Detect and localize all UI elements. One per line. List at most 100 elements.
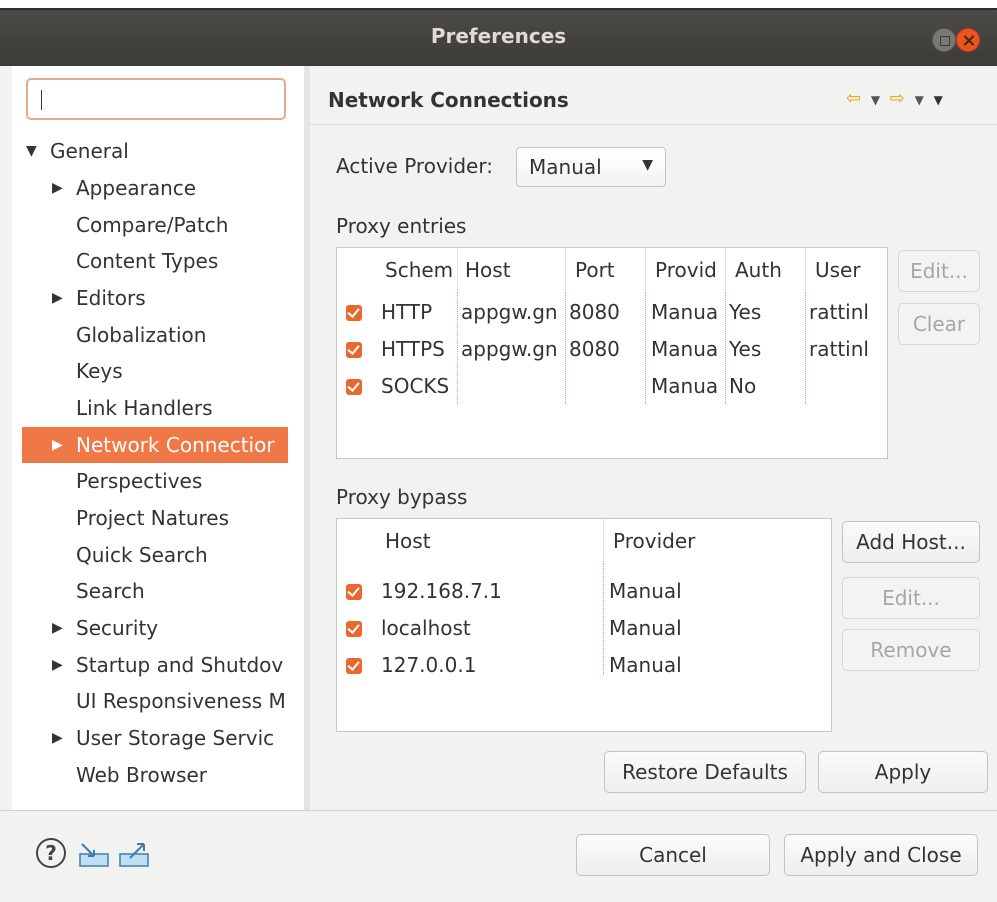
column-divider[interactable] (645, 248, 646, 292)
column-divider[interactable] (457, 248, 458, 292)
tree-item-globalization[interactable]: Globalization (76, 317, 206, 353)
tree-item-label: Keys (76, 359, 123, 383)
tree-item-general[interactable]: ▼ General (26, 133, 129, 169)
forward-arrow-icon[interactable]: ⇨ (890, 88, 907, 109)
tree-item-quick-search[interactable]: Quick Search (76, 537, 208, 573)
restore-defaults-button[interactable]: Restore Defaults (604, 751, 806, 793)
header-divider (310, 124, 997, 125)
tree-item-label: Content Types (76, 249, 219, 273)
add-host-button[interactable]: Add Host... (842, 521, 980, 563)
proxy-entry-checkbox[interactable] (346, 342, 362, 358)
proxy-entry-user: rattinl (809, 337, 869, 361)
column-divider[interactable] (725, 248, 726, 292)
proxy-entries-table[interactable]: Schem Host Port Provid Auth User HTTP ap… (336, 247, 888, 459)
tree-item-label: Link Handlers (76, 396, 213, 420)
tree-item-label: Startup and Shutdov (76, 653, 284, 677)
tree-item-label: General (50, 139, 129, 163)
view-menu-icon[interactable]: ▼ (934, 93, 945, 107)
tree-item-editors[interactable]: ▶ Editors (52, 280, 146, 316)
column-header-user[interactable]: User (815, 248, 885, 292)
proxy-edit-button[interactable]: Edit... (898, 250, 980, 292)
cell-divider (645, 292, 646, 404)
collapsed-arrow-icon[interactable]: ▶ (52, 720, 63, 756)
close-button[interactable] (956, 28, 980, 52)
export-icon[interactable] (118, 842, 150, 868)
proxy-clear-button[interactable]: Clear (898, 303, 980, 345)
column-header-host[interactable]: Host (385, 519, 595, 563)
tree-item-startup-shutdown[interactable]: ▶ Startup and Shutdov (52, 647, 283, 683)
tree-item-security[interactable]: ▶ Security (52, 610, 158, 646)
page-title: Network Connections (328, 88, 569, 112)
preferences-window: Preferences ▼ General ▶ Appearance Compa… (0, 8, 997, 902)
active-provider-label: Active Provider: (336, 154, 493, 178)
tree-item-user-storage[interactable]: ▶ User Storage Servic (52, 720, 274, 756)
proxy-entry-auth: No (729, 374, 757, 398)
title-bar[interactable]: Preferences (0, 8, 997, 66)
proxy-entry-auth: Yes (729, 300, 762, 324)
active-provider-select[interactable]: Manual ▼ (516, 147, 666, 187)
tree-item-search[interactable]: Search (76, 573, 145, 609)
expanded-arrow-icon[interactable]: ▼ (26, 133, 37, 169)
bypass-checkbox[interactable] (346, 658, 362, 674)
proxy-entry-host: appgw.gn (461, 337, 558, 361)
proxy-entry-provider: Manua (651, 374, 719, 398)
column-divider[interactable] (603, 519, 604, 563)
proxy-bypass-table[interactable]: Host Provider 192.168.7.1 Manual localho… (336, 518, 832, 732)
column-divider[interactable] (805, 248, 806, 292)
tree-item-content-types[interactable]: Content Types (76, 243, 218, 279)
import-icon[interactable] (78, 842, 110, 868)
column-header-auth[interactable]: Auth (735, 248, 805, 292)
proxy-entry-checkbox[interactable] (346, 379, 362, 395)
maximize-button[interactable] (932, 28, 956, 52)
collapsed-arrow-icon[interactable]: ▶ (52, 170, 63, 206)
column-header-provider[interactable]: Provider (613, 519, 823, 563)
bypass-checkbox[interactable] (346, 584, 362, 600)
tree-item-label: Quick Search (76, 543, 208, 567)
tree-item-compare-patch[interactable]: Compare/Patch (76, 207, 228, 243)
bypass-remove-button[interactable]: Remove (842, 629, 980, 671)
help-icon[interactable]: ? (36, 838, 66, 868)
collapsed-arrow-icon[interactable]: ▶ (52, 280, 63, 316)
tree-item-label: Network Connectior (76, 433, 275, 457)
bypass-edit-button[interactable]: Edit... (842, 577, 980, 619)
proxy-entry-provider: Manua (651, 300, 719, 324)
tree-item-perspectives[interactable]: Perspectives (76, 463, 202, 499)
collapsed-arrow-icon[interactable]: ▶ (52, 610, 63, 646)
preference-tree-pane: ▼ General ▶ Appearance Compare/Patch Con… (12, 66, 304, 810)
forward-dropdown-icon[interactable]: ▼ (915, 93, 926, 107)
tree-item-network-connections[interactable]: ▶ Network Connectior (22, 427, 288, 463)
apply-and-close-button[interactable]: Apply and Close (784, 834, 978, 876)
collapsed-arrow-icon[interactable]: ▶ (52, 427, 63, 463)
proxy-entry-auth: Yes (729, 337, 762, 361)
tree-item-label: Appearance (76, 176, 197, 200)
filter-input[interactable] (26, 78, 286, 120)
cancel-button[interactable]: Cancel (576, 834, 770, 876)
tree-item-appearance[interactable]: ▶ Appearance (52, 170, 196, 206)
back-arrow-icon[interactable]: ⇦ (846, 88, 863, 109)
proxy-entry-port (569, 368, 645, 404)
proxy-entry-host (461, 368, 565, 404)
tree-item-keys[interactable]: Keys (76, 353, 123, 389)
column-header-scheme[interactable]: Schem (385, 248, 457, 292)
column-header-port[interactable]: Port (575, 248, 645, 292)
column-header-host[interactable]: Host (465, 248, 565, 292)
proxy-entry-port: 8080 (569, 337, 620, 361)
back-dropdown-icon[interactable]: ▼ (871, 93, 882, 107)
apply-button[interactable]: Apply (818, 751, 988, 793)
bypass-checkbox[interactable] (346, 621, 362, 637)
tree-item-ui-responsiveness[interactable]: UI Responsiveness M (76, 683, 286, 719)
footer-divider (0, 810, 997, 811)
column-header-provider[interactable]: Provid (655, 248, 725, 292)
proxy-entry-checkbox[interactable] (346, 305, 362, 321)
tree-item-project-natures[interactable]: Project Natures (76, 500, 229, 536)
tree-item-web-browser[interactable]: Web Browser (76, 757, 207, 793)
tree-item-link-handlers[interactable]: Link Handlers (76, 390, 212, 426)
proxy-bypass-label: Proxy bypass (336, 485, 468, 509)
pane-splitter[interactable] (304, 66, 310, 810)
bypass-provider: Manual (609, 653, 682, 677)
tree-item-label: Web Browser (76, 763, 208, 787)
cell-divider (725, 292, 726, 404)
column-divider[interactable] (565, 248, 566, 292)
collapsed-arrow-icon[interactable]: ▶ (52, 647, 63, 683)
tree-item-label: Editors (76, 286, 146, 310)
